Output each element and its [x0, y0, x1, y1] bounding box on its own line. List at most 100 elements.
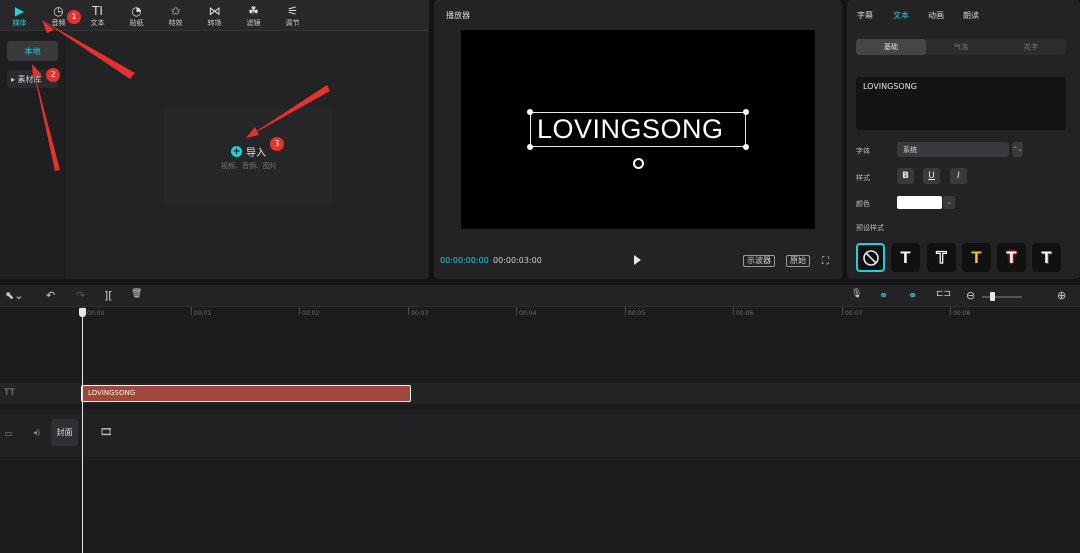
tab-animation[interactable]: 动画: [928, 10, 944, 21]
tab-filter-label: 滤镜: [246, 18, 261, 27]
tick-line: [299, 307, 300, 315]
style-label: 样式: [856, 174, 870, 182]
link-main-track-icon[interactable]: ⚭: [879, 289, 888, 302]
snap-icon[interactable]: ⊏⊐: [936, 289, 951, 299]
tab-text-label: 文本: [90, 18, 105, 27]
tick-line: [950, 307, 951, 315]
import-hint: 视频、音频、图片: [221, 162, 277, 170]
text-content-input[interactable]: LOVINGSONG: [856, 77, 1066, 130]
playhead-line[interactable]: [82, 309, 83, 553]
subtab-bubble[interactable]: 气泡: [926, 39, 996, 55]
tick-label: 00:06: [736, 310, 754, 317]
tab-filter[interactable]: ☘ 滤镜: [234, 0, 273, 31]
tab-audio-label: 音频: [51, 18, 66, 27]
mute-audio-icon[interactable]: ◂): [33, 428, 40, 437]
ratio-button[interactable]: 原始: [786, 255, 810, 267]
microphone-icon[interactable]: 🎙: [851, 289, 862, 299]
preset-red-glow[interactable]: T: [997, 243, 1026, 272]
tab-effects[interactable]: ✩ 特效: [156, 0, 195, 31]
zoom-in-icon[interactable]: ⊕: [1057, 289, 1066, 302]
resize-handle-top-left[interactable]: [527, 109, 533, 115]
font-stepper-icon[interactable]: ⌃⌄: [1012, 142, 1023, 157]
font-select[interactable]: 系统: [897, 142, 1009, 157]
zoom-slider-handle[interactable]: [990, 292, 995, 301]
resize-handle-bottom-right[interactable]: [743, 144, 749, 150]
tab-adjust-label: 调节: [285, 18, 300, 27]
resize-handle-top-right[interactable]: [743, 109, 749, 115]
resize-handle-bottom-left[interactable]: [527, 144, 533, 150]
time-current: 00:00:00:00: [440, 256, 489, 265]
video-track-icon: ▭: [5, 429, 13, 438]
underline-button[interactable]: U: [923, 168, 940, 184]
app-root: ▶ 媒体 ◷ 音频 TI 文本 ◔ 贴纸 ✩ 特效 ⋈ 转场 ☘ 滤镜 ⚟ 调节: [0, 0, 1080, 553]
link-preview-icon[interactable]: ⚭: [908, 289, 917, 302]
time-ruler[interactable]: [82, 307, 1080, 319]
timeline-toolbar: [0, 285, 1080, 307]
color-label: 颜色: [856, 200, 870, 208]
caption-text[interactable]: LOVINGSONG: [537, 114, 724, 145]
bold-button[interactable]: B: [897, 168, 914, 184]
tab-sticker-label: 贴纸: [129, 18, 144, 27]
plus-icon: +: [231, 146, 242, 157]
tick-label: 00:04: [519, 310, 537, 317]
tab-effects-label: 特效: [168, 18, 183, 27]
waveform-button[interactable]: 示波器: [743, 255, 775, 267]
time-total: 00:00:03:00: [493, 256, 542, 265]
preset-outline[interactable]: T: [927, 243, 956, 272]
tab-media[interactable]: ▶ 媒体: [0, 0, 39, 31]
player-title: 播放器: [446, 11, 470, 20]
split-icon[interactable]: ][: [104, 289, 113, 302]
text-subtabs: 基础 气泡 花字: [856, 39, 1066, 55]
import-button[interactable]: + 导入: [231, 144, 266, 159]
subtab-fancy[interactable]: 花字: [996, 39, 1066, 55]
effects-star-icon: ✩: [170, 3, 181, 18]
fullscreen-icon[interactable]: ⛶: [822, 256, 829, 267]
tick-label: 00:05: [628, 310, 646, 317]
tick-line: [733, 307, 734, 315]
main-track[interactable]: [0, 410, 1080, 457]
tab-adjust[interactable]: ⚟ 调节: [273, 0, 312, 31]
preset-white[interactable]: T: [891, 243, 920, 272]
zoom-out-icon[interactable]: ⊖: [966, 289, 975, 302]
preset-none[interactable]: [856, 243, 885, 272]
cover-button[interactable]: 封面: [51, 419, 78, 446]
tick-label: 00:08: [953, 310, 971, 317]
adjust-sliders-icon: ⚟: [287, 3, 298, 18]
color-swatch[interactable]: [897, 196, 942, 209]
tick-label: 00:01: [194, 310, 212, 317]
italic-button[interactable]: I: [950, 168, 967, 184]
preset-shadow[interactable]: T: [1032, 243, 1061, 272]
text-clip[interactable]: LOVINGSONG: [81, 385, 411, 402]
tab-media-label: 媒体: [12, 18, 27, 27]
select-tool-icon[interactable]: ⬉⌄: [5, 289, 23, 302]
subtab-basic[interactable]: 基础: [856, 39, 926, 55]
sticker-icon: ◔: [131, 3, 142, 18]
tab-read-aloud[interactable]: 朗读: [963, 10, 979, 21]
preset-label: 预设样式: [856, 224, 884, 232]
playhead-handle[interactable]: [79, 308, 86, 317]
tick-line: [625, 307, 626, 315]
tab-text[interactable]: TI 文本: [78, 0, 117, 31]
delete-icon[interactable]: 🗑: [131, 289, 142, 299]
tab-sticker[interactable]: ◔ 贴纸: [117, 0, 156, 31]
tab-text-props[interactable]: 文本: [893, 10, 909, 21]
annotation-badge-2: 2: [46, 68, 60, 82]
text-icon: TI: [92, 3, 103, 18]
no-style-icon: [862, 249, 879, 266]
tick-line: [516, 307, 517, 315]
tab-transition-label: 转场: [207, 18, 222, 27]
tab-subtitle[interactable]: 字幕: [857, 10, 873, 21]
rotate-icon[interactable]: [633, 158, 644, 169]
zoom-slider[interactable]: [982, 296, 1022, 298]
tab-transition[interactable]: ⋈ 转场: [195, 0, 234, 31]
redo-icon[interactable]: ↷: [76, 289, 85, 302]
annotation-badge-3: 3: [270, 137, 284, 151]
font-label: 字体: [856, 147, 870, 155]
color-dropdown-icon[interactable]: ⌄: [943, 196, 955, 209]
preset-yellow[interactable]: T: [962, 243, 991, 272]
annotation-badge-1: 1: [67, 10, 81, 24]
undo-icon[interactable]: ↶: [46, 289, 55, 302]
play-button[interactable]: [634, 255, 641, 265]
tick-label: 00:02: [302, 310, 320, 317]
sidebar-item-local[interactable]: 本地: [7, 41, 58, 61]
